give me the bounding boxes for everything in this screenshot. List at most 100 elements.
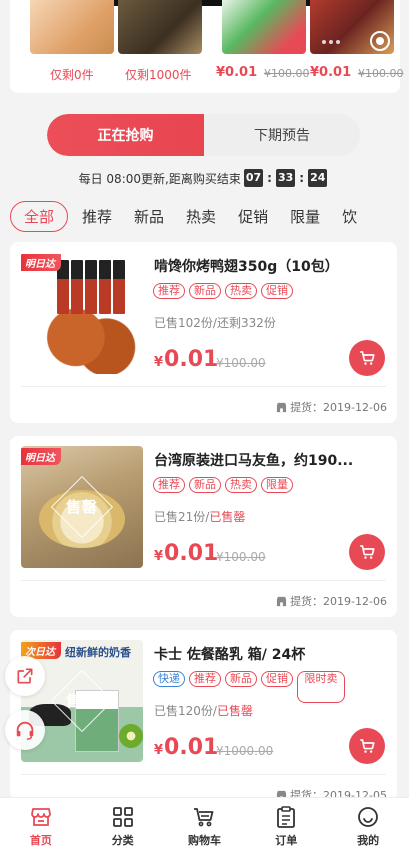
drink-image[interactable] [222,0,306,54]
tab-label: 订单 [275,834,298,847]
sale-period-switch: 正在抢购 下期预告 [47,114,360,156]
stock-remaining: 还剩332份 [216,316,276,330]
tab-category[interactable]: 分类 [82,798,164,854]
original-price: ¥1000.00 [216,744,274,758]
tab-cart[interactable]: 购物车 [164,798,246,854]
tag: 推荐 [153,283,185,299]
tag: 促销 [261,671,293,687]
cart-icon [360,545,375,559]
smile-icon [358,807,378,827]
category-tabs: 全部 推荐 新品 热卖 促销 限量 饮 [10,200,409,232]
product-tags: 推荐 新品 热卖 促销 [153,283,389,299]
delivery-ribbon: 明日达 [21,448,61,465]
cart-icon [360,351,375,365]
pickup-date: 提货：2019-12-06 [276,593,387,609]
currency-symbol: ¥ [154,549,164,564]
tag: 限时卖 [297,671,345,703]
strip-left-group: 仅剩0件 仅剩1000件 [20,0,202,93]
product-price: ¥0.01 [154,735,218,760]
share-button[interactable] [5,656,45,696]
tab-home[interactable]: 首页 [0,798,82,854]
countdown-text: 每日 08:00更新,距离购买结束 [78,171,241,186]
food-image[interactable] [118,0,202,54]
product-card[interactable]: 纽新鲜的奶香 次日达 售罄 卡士 佐餐酪乳 箱/ 24杯 快递 推荐 新品 促销… [10,630,397,800]
product-title[interactable]: 台湾原装进口马友鱼，约190... [154,450,386,470]
countdown-seconds: 24 [308,169,328,187]
sales-info: 已售120份/已售罄 [154,702,253,719]
soldout-status: 已售罄 [209,510,246,524]
pickup-text: 提货：2019-12-06 [290,595,387,608]
category-all[interactable]: 全部 [10,200,69,232]
product-card[interactable]: 明日达 啃馋你烤鸭翅350g（10包） 推荐 新品 热卖 促销 已售102份/还… [10,242,397,423]
product-title[interactable]: 啃馋你烤鸭翅350g（10包） [154,256,386,276]
delivery-ribbon: 明日达 [21,254,61,271]
headset-icon [16,721,34,740]
original-price: ¥100.00 [216,356,266,370]
price-value: 0.01 [164,541,219,566]
tag: 推荐 [189,671,221,687]
category-hot[interactable]: 热卖 [186,206,216,227]
product-price: ¥0.01 [154,541,218,566]
price-value: 0.01 [164,735,219,760]
tab-orders[interactable]: 订单 [245,798,327,854]
tab-next-preview[interactable]: 下期预告 [204,114,360,156]
stock-label: 仅剩1000件 [125,68,192,82]
category-new[interactable]: 新品 [134,206,164,227]
tag: 新品 [189,283,221,299]
countdown-hours: 07 [243,169,264,187]
tab-on-sale[interactable]: 正在抢购 [47,114,204,156]
tab-label: 分类 [111,834,134,847]
tag: 推荐 [153,477,185,493]
add-to-cart-button[interactable] [349,534,385,570]
strip-price: ¥0.01 [310,65,352,80]
category-drinks[interactable]: 饮 [342,206,357,227]
product-price: ¥0.01 [154,347,218,372]
countdown-separator: : [267,171,272,185]
pomelo-image[interactable] [30,0,114,54]
product-card[interactable]: 明日达 售罄 台湾原装进口马友鱼，约190... 推荐 新品 热卖 限量 已售2… [10,436,397,617]
store-icon [276,596,287,606]
play-icon[interactable] [370,31,390,51]
category-recommend[interactable]: 推荐 [82,206,112,227]
tab-mine[interactable]: 我的 [327,798,409,854]
bottom-tab-bar: 首页 分类 购物车 订单 我的 [0,797,409,854]
divider [21,774,386,775]
store-icon [276,402,287,412]
cart-icon [360,739,375,753]
add-to-cart-button[interactable] [349,340,385,376]
tag: 限量 [261,477,293,493]
countdown-row: 每日 08:00更新,距离购买结束 07 : 33 : 24 [0,168,409,188]
stock-label: 仅剩0件 [50,68,94,82]
product-tags: 快递 推荐 新品 促销 限时卖 [153,671,389,703]
product-title[interactable]: 卡士 佐餐酪乳 箱/ 24杯 [154,644,386,664]
category-promo[interactable]: 促销 [238,206,268,227]
tag: 新品 [225,671,257,687]
pickup-text: 提货：2019-12-06 [290,401,387,414]
category-limited[interactable]: 限量 [290,206,320,227]
previous-products-strip: 仅剩0件 仅剩1000件 ¥0.01 ¥100.00 ¥0.01 ¥100.00 [10,0,404,93]
customer-service-button[interactable] [5,710,45,750]
image-headline: 纽新鲜的奶香 [65,646,131,659]
product-tags: 推荐 新品 热卖 限量 [153,477,389,493]
tag: 热卖 [225,283,257,299]
soldout-status: 已售罄 [216,704,253,718]
carousel-dots [322,40,340,44]
package-graphic [57,260,125,314]
strip-right-group: ¥0.01 ¥100.00 ¥0.01 ¥100.00 [210,0,409,93]
sales-info: 已售102份/还剩332份 [154,314,276,331]
sales-info: 已售21份/已售罄 [154,508,245,525]
add-to-cart-button[interactable] [349,728,385,764]
pickup-date: 提货：2019-12-06 [276,399,387,415]
product-image[interactable]: 明日达 [21,252,143,374]
product-image[interactable]: 明日达 售罄 [21,446,143,568]
kiwi-graphic [119,724,143,748]
tab-label: 购物车 [187,834,221,847]
strip-price: ¥0.01 [216,65,258,80]
strip-old-price: ¥100.00 [264,67,310,80]
sold-count: 已售120份/ [154,704,217,718]
flash-sale-page: 仅剩0件 仅剩1000件 ¥0.01 ¥100.00 ¥0.01 ¥100.00… [0,0,409,854]
cart-icon [194,808,214,827]
tag: 快递 [153,671,185,687]
tag: 促销 [261,283,293,299]
tab-label: 我的 [357,834,380,847]
